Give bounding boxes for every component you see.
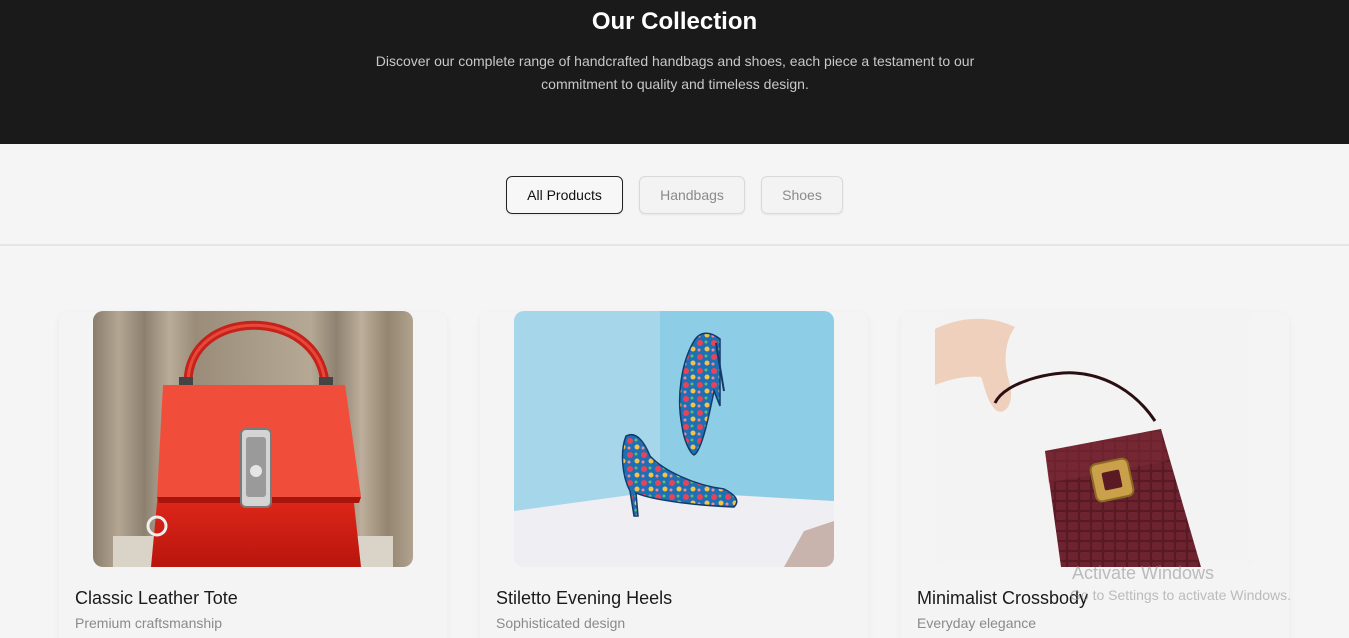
product-image-burgundy-bag[interactable]: [935, 311, 1255, 567]
product-tagline: Premium craftsmanship: [75, 615, 223, 631]
watermark-title: Activate Windows: [1072, 563, 1215, 583]
product-name[interactable]: Stiletto Evening Heels: [496, 587, 672, 609]
collection-hero: Our Collection Discover our complete ran…: [0, 0, 1349, 144]
product-image-red-handbag[interactable]: [93, 311, 413, 567]
page-description: Discover our complete range of handcraft…: [375, 53, 975, 92]
product-image-floral-heels[interactable]: [514, 311, 834, 567]
product-tagline: Everyday elegance: [917, 615, 1037, 631]
product-name[interactable]: Minimalist Crossbody: [917, 587, 1088, 609]
page-title: Our Collection: [591, 8, 758, 35]
filter-shoes-button[interactable]: Shoes: [761, 176, 843, 214]
filter-bar: All Products Handbags Shoes: [0, 144, 1349, 246]
product-card-classic-leather-tote[interactable]: Classic Leather Tote Premium craftsmansh…: [59, 311, 447, 638]
filter-handbags-button[interactable]: Handbags: [639, 176, 745, 214]
windows-activation-watermark: Activate Windows Go to Settings to activ…: [1070, 562, 1291, 604]
watermark-subtitle: Go to Settings to activate Windows.: [1070, 587, 1291, 603]
product-tagline: Sophisticated design: [496, 615, 626, 631]
product-name[interactable]: Classic Leather Tote: [75, 587, 238, 609]
product-card-stiletto-evening-heels[interactable]: Stiletto Evening Heels Sophisticated des…: [480, 311, 868, 638]
filter-all-products-button[interactable]: All Products: [506, 176, 623, 214]
